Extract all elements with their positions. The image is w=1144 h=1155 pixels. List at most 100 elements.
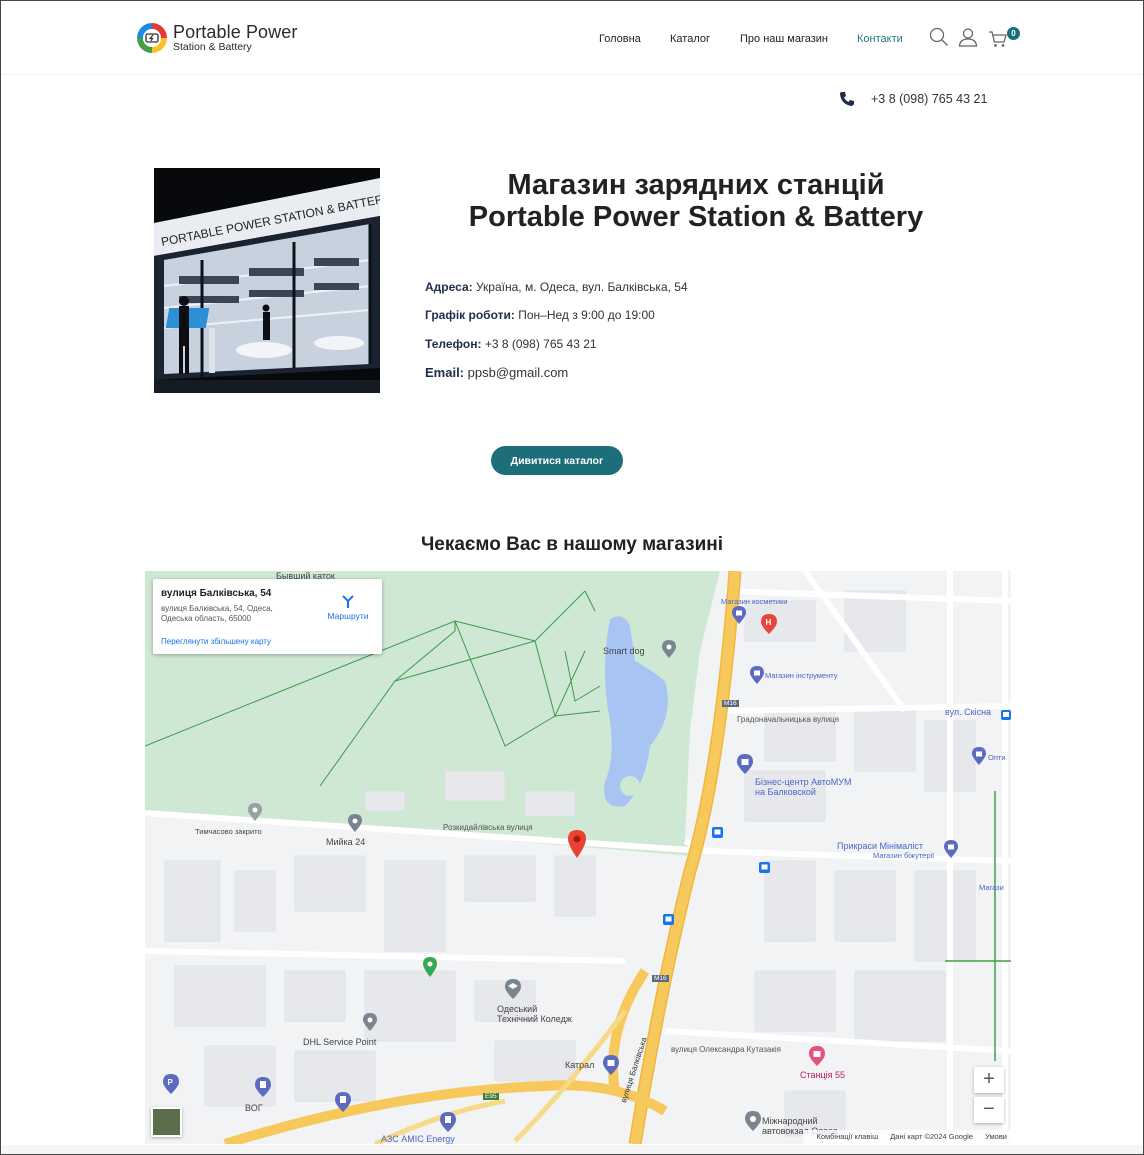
cart-icon[interactable]	[988, 29, 1008, 54]
station55-pin-icon[interactable]	[809, 1046, 825, 1071]
zoom-out-button[interactable]: −	[974, 1097, 1004, 1123]
map-card-address: вулиця Балківська, 54, Одеса, Одеська об…	[161, 604, 273, 623]
view-catalog-button[interactable]: Дивитися каталог	[491, 446, 623, 475]
bus-stop-4-icon[interactable]	[1001, 707, 1011, 725]
logo[interactable]: Portable Power Station & Battery	[135, 21, 297, 55]
larger-map-link[interactable]: Переглянути збільшену карту	[161, 637, 271, 646]
map-card-title: вулиця Балківська, 54	[161, 588, 272, 599]
header-phone[interactable]: +3 8 (098) 765 43 21	[839, 91, 987, 107]
map-section-title: Чекаємо Вас в нашому магазині	[420, 534, 724, 555]
map-label-kutuzakiya: вулиця Олександра Кутазакія	[671, 1045, 781, 1054]
zoom-in-button[interactable]: +	[974, 1067, 1004, 1093]
search-icon[interactable]	[929, 27, 949, 52]
keyboard-shortcuts-link[interactable]: Комбінації клавіш	[817, 1132, 879, 1141]
cart-count-badge: 0	[1007, 27, 1020, 40]
page-frame: Portable Power Station & Battery Головна…	[0, 0, 1144, 1155]
info-hours-label: Графік роботи:	[425, 308, 515, 322]
map-label-jewelry: Магазин біжутерії	[873, 851, 935, 860]
store-title-line2: Portable Power Station & Battery	[468, 201, 924, 233]
map-label-dhl[interactable]: DHL Service Point	[303, 1037, 376, 1047]
satellite-layer-toggle[interactable]	[151, 1107, 182, 1137]
amic-pin-icon[interactable]	[440, 1112, 456, 1137]
wash-pin-icon[interactable]	[348, 814, 362, 837]
nav-home[interactable]: Головна	[599, 33, 641, 45]
map-label-college2: Технічний Коледж	[497, 1014, 572, 1024]
map-info-card: вулиця Балківська, 54 вулиця Балківська,…	[153, 579, 382, 654]
info-email: Email: ppsb@gmail.com	[425, 365, 568, 380]
map-label-station55[interactable]: Станція 55	[800, 1070, 845, 1080]
map-data-text: Дані карт ©2024 Google	[890, 1132, 973, 1141]
map-label-business2: на Балковской	[755, 787, 816, 797]
info-hours-value: Пон–Нед з 9:00 до 19:00	[518, 308, 655, 322]
site-header: Portable Power Station & Battery Головна…	[1, 1, 1143, 75]
info-address: Адреса: Україна, м. Одеса, вул. Балківсь…	[425, 280, 688, 294]
info-address-value: Україна, м. Одеса, вул. Балківська, 54	[475, 280, 688, 294]
info-hours: Графік роботи: Пон–Нед з 9:00 до 19:00	[425, 308, 655, 322]
directions-button[interactable]: Маршрути	[323, 595, 373, 621]
location-pin-icon[interactable]	[568, 830, 586, 863]
green-place-pin-icon[interactable]	[423, 957, 437, 982]
map-label-skisna: вул. Скісна	[945, 707, 992, 717]
store-title: Магазин зарядних станцій Portable Power …	[441, 169, 951, 233]
nav-about[interactable]: Про наш магазин	[740, 33, 828, 45]
map-label-tools[interactable]: Магазин інструменту	[765, 671, 838, 680]
info-phone-label: Телефон:	[425, 337, 482, 351]
map-label-airport1[interactable]: Міжнародний	[762, 1116, 818, 1126]
directions-label: Маршрути	[327, 611, 369, 621]
map-label-smart-dog[interactable]: Smart dog	[603, 646, 645, 656]
katral-pin-icon[interactable]	[603, 1055, 619, 1080]
google-map[interactable]: Бывший каток Smart dog Магазин косметики…	[145, 571, 1011, 1144]
directions-icon	[342, 595, 354, 608]
map-label-wash[interactable]: Мийка 24	[326, 837, 365, 847]
fuel-pin2-icon[interactable]	[335, 1092, 351, 1117]
logo-subtitle: Station & Battery	[173, 41, 252, 54]
map-label-gradonach: Градоначальницька вулиця	[737, 715, 839, 724]
svg-text:P: P	[168, 1078, 174, 1087]
map-label-m16-bottom: M16	[652, 975, 669, 982]
bus-stop-icon[interactable]	[712, 825, 723, 843]
school-pin-icon[interactable]	[505, 979, 521, 1004]
terms-link[interactable]: Умови	[985, 1132, 1007, 1141]
map-label-college1[interactable]: Одеський	[497, 1004, 537, 1014]
parking-pin-icon[interactable]: P	[163, 1074, 179, 1099]
map-label-business[interactable]: Бізнес-центр АвтоМУМ	[755, 777, 852, 787]
map-label-vog[interactable]: ВОГ	[245, 1103, 263, 1113]
map-label-katral[interactable]: Катрал	[565, 1060, 594, 1070]
user-icon[interactable]	[958, 27, 978, 52]
fuel-pin-icon[interactable]	[255, 1077, 271, 1102]
dhl-pin-icon[interactable]	[363, 1013, 377, 1036]
smart-dog-pin-icon[interactable]	[662, 640, 676, 663]
map-label-temp-closed: Тимчасово закрито	[195, 827, 262, 836]
opti-pin-icon[interactable]	[972, 747, 986, 770]
map-label-opti: Опти	[988, 753, 1006, 762]
header-phone-number: +3 8 (098) 765 43 21	[871, 92, 988, 106]
tools-shop-pin-icon[interactable]	[750, 666, 764, 689]
bus-stop-3-icon[interactable]	[663, 912, 674, 930]
logo-title: Portable Power	[173, 22, 298, 43]
map-label-magaz: Магази	[979, 883, 1004, 892]
info-email-label: Email:	[425, 365, 465, 380]
map-label-rozkydailivska: Розкидайлівська вулиця	[443, 823, 533, 832]
info-phone: Телефон: +3 8 (098) 765 43 21	[425, 337, 597, 351]
info-phone-value[interactable]: +3 8 (098) 765 43 21	[485, 337, 597, 351]
store-title-line1: Магазин зарядних станцій	[507, 169, 885, 201]
closed-place-pin-icon[interactable]	[248, 803, 262, 826]
nav-catalog[interactable]: Каталог	[670, 33, 710, 45]
jewelry-pin-icon[interactable]	[944, 840, 958, 863]
map-label-m16-top: M16	[722, 700, 739, 707]
info-email-value[interactable]: ppsb@gmail.com	[468, 365, 569, 380]
bus-station-pin-icon[interactable]	[745, 1111, 761, 1136]
phone-icon	[840, 92, 854, 106]
svg-text:H: H	[766, 618, 772, 627]
logo-icon	[135, 21, 169, 55]
map-label-minimalist[interactable]: Прикраси Мінімаліст	[837, 841, 923, 851]
bus-stop-2-icon[interactable]	[759, 860, 770, 878]
cosmetics-shop-pin-icon[interactable]	[732, 606, 746, 629]
page-bottom-strip	[2, 1145, 1143, 1154]
map-attribution: Комбінації клавіш Дані карт ©2024 Google…	[802, 1130, 1011, 1144]
business-center-pin-icon[interactable]	[737, 754, 753, 779]
hospital-pin-icon[interactable]: H	[761, 614, 777, 639]
info-address-label: Адреса:	[425, 280, 473, 294]
nav-contacts[interactable]: Контакти	[857, 33, 903, 45]
map-label-cosmetics[interactable]: Магазин косметики	[721, 597, 787, 606]
